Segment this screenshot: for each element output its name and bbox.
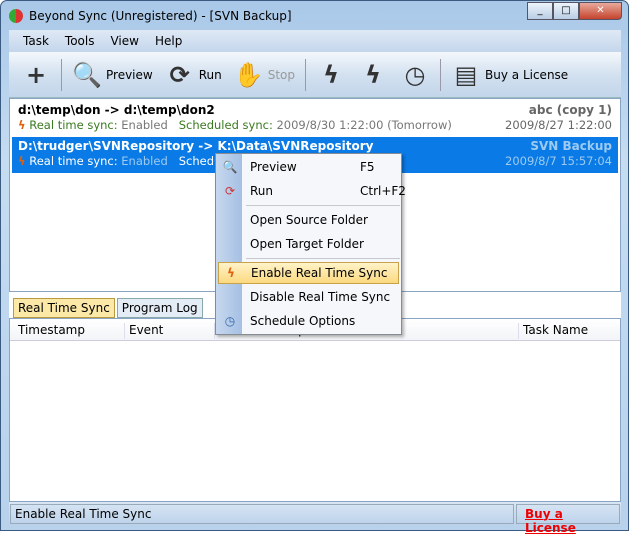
run-icon: ⟳: [169, 60, 190, 89]
status-bar: Enable Real Time Sync Buy a License: [9, 502, 621, 535]
preview-label: Preview: [106, 67, 153, 82]
schedule-button[interactable]: ◷: [396, 55, 434, 95]
context-menu: 🔍 Preview F5 ⟳ Run Ctrl+F2 Open Source Folde…: [215, 153, 406, 335]
col-event[interactable]: Event: [124, 323, 163, 339]
label: Preview: [250, 160, 297, 174]
buy-label: Buy a License: [485, 67, 569, 82]
sched-label: Scheduled sync:: [178, 118, 273, 132]
run-icon: ⟳: [224, 184, 236, 198]
col-timestamp[interactable]: Timestamp: [14, 323, 85, 339]
run-button[interactable]: ⟳ Run: [161, 55, 226, 95]
buy-license-button[interactable]: ▤ Buy a License: [447, 55, 572, 95]
window-title: Beyond Sync (Unregistered) - [SVN Backup…: [29, 9, 292, 23]
realtime-button[interactable]: ϟ: [312, 55, 350, 95]
bolt-off-icon: ϟ: [365, 60, 381, 89]
tab-program-log[interactable]: Program Log: [116, 298, 203, 318]
label: Enable Real Time Sync: [251, 266, 388, 280]
realtime-off-button[interactable]: ϟ: [354, 55, 392, 95]
label: Disable Real Time Sync: [250, 290, 391, 304]
rt-label: Real time sync:: [29, 154, 118, 168]
hand-icon: ✋: [233, 60, 264, 89]
bolt-icon: ϟ: [18, 154, 26, 168]
rt-value: Enabled: [121, 154, 168, 168]
task-item[interactable]: d:\temp\don -> d:\temp\don2 abc (copy 1) …: [12, 101, 618, 137]
rt-label: Real time sync:: [29, 118, 118, 132]
shortcut: Ctrl+F2: [360, 184, 406, 198]
task-date: 2009/8/7 15:57:04: [505, 154, 612, 168]
tab-real-time-sync[interactable]: Real Time Sync: [13, 298, 115, 318]
menu-bar: Task Tools View Help: [9, 30, 621, 52]
label: Schedule Options: [250, 314, 356, 328]
rt-value: Enabled: [121, 118, 168, 132]
buy-license-link[interactable]: Buy a License: [516, 503, 620, 535]
clock-icon: ◷: [404, 60, 426, 89]
preview-icon: 🔍: [222, 160, 238, 174]
label: Run: [250, 184, 274, 198]
menu-view[interactable]: View: [102, 34, 146, 48]
menu-item-preview[interactable]: 🔍 Preview F5: [218, 156, 399, 178]
magnifier-icon: 🔍: [72, 60, 102, 89]
menu-help[interactable]: Help: [147, 34, 190, 48]
log-table: Timestamp Event Action Description Task …: [9, 318, 621, 502]
menu-item-schedule[interactable]: ◷ Schedule Options: [218, 310, 399, 332]
col-task-name[interactable]: Task Name: [518, 323, 588, 339]
clock-icon: ◷: [224, 314, 236, 328]
label: Open Target Folder: [250, 237, 364, 251]
minimize-button[interactable]: _: [527, 2, 553, 20]
sched-value: 2009/8/30 1:22:00 (Tomorrow): [276, 118, 452, 132]
menu-tools[interactable]: Tools: [57, 34, 103, 48]
title-bar: Beyond Sync (Unregistered) - [SVN Backup…: [9, 7, 292, 25]
preview-button[interactable]: 🔍 Preview: [68, 55, 157, 95]
menu-item-open-source[interactable]: Open Source Folder: [218, 209, 399, 231]
task-name: SVN Backup: [530, 139, 612, 153]
bolt-icon: ϟ: [323, 60, 339, 89]
task-path: d:\temp\don -> d:\temp\don2: [18, 103, 215, 117]
stop-button[interactable]: ✋ Stop: [230, 55, 299, 95]
close-button[interactable]: ✕: [579, 2, 622, 20]
label: Open Source Folder: [250, 213, 368, 227]
task-path: D:\trudger\SVNRepository -> K:\Data\SVNR…: [18, 139, 374, 153]
license-icon: ▤: [454, 60, 478, 89]
app-icon: [9, 9, 23, 23]
shortcut: F5: [360, 160, 375, 174]
task-name: abc (copy 1): [528, 103, 612, 117]
menu-item-open-target[interactable]: Open Target Folder: [218, 233, 399, 255]
toolbar: + 🔍 Preview ⟳ Run ✋ Stop ϟ ϟ ◷ ▤ Buy a Licen…: [9, 52, 621, 98]
task-date: 2009/8/27 1:22:00: [505, 118, 612, 132]
bolt-icon: ϟ: [227, 266, 235, 280]
run-label: Run: [198, 67, 222, 82]
new-task-button[interactable]: +: [17, 55, 55, 95]
status-text: Enable Real Time Sync: [10, 503, 514, 524]
bolt-icon: ϟ: [18, 118, 26, 132]
maximize-button[interactable]: □: [553, 2, 579, 20]
stop-label: Stop: [267, 67, 296, 82]
menu-item-run[interactable]: ⟳ Run Ctrl+F2: [218, 180, 406, 202]
menu-item-disable-realtime[interactable]: Disable Real Time Sync: [218, 286, 399, 308]
menu-task[interactable]: Task: [15, 34, 57, 48]
menu-item-enable-realtime[interactable]: ϟ Enable Real Time Sync: [218, 262, 399, 284]
plus-icon: +: [25, 60, 47, 89]
